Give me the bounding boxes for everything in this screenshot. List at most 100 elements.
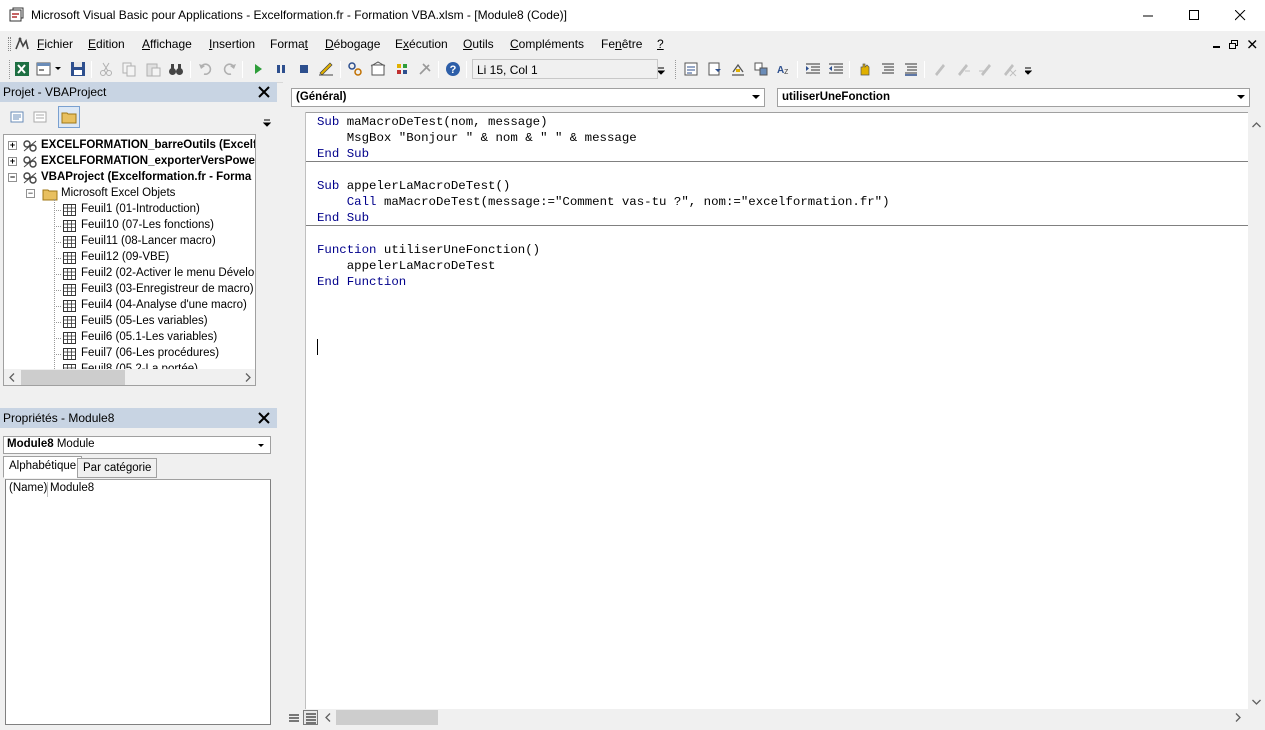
properties-window-button[interactable] [368, 59, 388, 79]
menu-débogage[interactable]: Débogage [325, 37, 380, 51]
tab-alphabetique[interactable]: Alphabétique [3, 456, 83, 478]
outdent-button[interactable] [826, 59, 846, 79]
clear-bookmarks-button[interactable] [999, 59, 1019, 79]
save-button[interactable] [68, 59, 88, 79]
menubar-grip[interactable] [8, 37, 11, 51]
tree-item[interactable]: Feuil7 (06-Les procédures) [4, 346, 255, 362]
object-combo[interactable]: (Général) [291, 88, 765, 107]
mdi-minimize-button[interactable] [1210, 37, 1224, 51]
cut-button[interactable] [96, 59, 116, 79]
menu-affichage[interactable]: Affichage [142, 37, 192, 51]
code-vscroll-track[interactable] [1249, 136, 1264, 692]
object-selector-dropdown[interactable] [254, 438, 269, 453]
full-module-view-button[interactable] [303, 710, 318, 725]
toggle-bookmark-button[interactable] [930, 59, 950, 79]
chevron-up-icon[interactable] [1252, 122, 1261, 128]
object-selector[interactable]: Module8 Module [3, 436, 271, 454]
procedure-combo-dropdown[interactable] [1233, 90, 1248, 105]
toolbox-button[interactable] [415, 59, 435, 79]
object-browser-button[interactable] [392, 59, 412, 79]
menu-edition[interactable]: Edition [88, 37, 125, 51]
run-button[interactable] [248, 59, 268, 79]
vba-module-icon[interactable] [14, 36, 30, 52]
edit-toolbar-options-button[interactable] [1023, 59, 1033, 79]
maximize-button[interactable] [1171, 0, 1217, 31]
design-mode-button[interactable] [316, 59, 336, 79]
quick-info-button[interactable] [728, 59, 748, 79]
toggle-folders-button[interactable] [58, 106, 80, 128]
tree-item[interactable]: Feuil12 (09-VBE) [4, 250, 255, 266]
menu-exécution[interactable]: Exécution [395, 37, 448, 51]
collapse-icon[interactable]: − [26, 189, 35, 198]
view-excel-button[interactable] [12, 59, 32, 79]
view-code-button[interactable] [7, 107, 27, 127]
project-toolbar-overflow[interactable] [262, 108, 273, 128]
tree-item[interactable]: Feuil5 (05-Les variables) [4, 314, 255, 330]
tree-item[interactable]: + EXCELFORMATION_exporterVersPower [4, 154, 255, 170]
redo-button[interactable] [219, 59, 239, 79]
chevron-right-icon[interactable] [245, 373, 251, 382]
tree-item[interactable]: Feuil3 (03-Enregistreur de macro) [4, 282, 255, 298]
menu-fichier[interactable]: Fichier [37, 37, 73, 51]
paste-button[interactable] [143, 59, 163, 79]
properties-close-button[interactable] [255, 409, 272, 426]
indent-button[interactable] [803, 59, 823, 79]
reset-button[interactable] [294, 59, 314, 79]
procedure-view-button[interactable] [288, 710, 301, 725]
complete-word-button[interactable]: Az [774, 59, 794, 79]
project-tree-hscroll-thumb[interactable] [21, 370, 125, 385]
collapse-icon[interactable]: − [8, 173, 17, 182]
chevron-right-icon[interactable] [1235, 713, 1241, 722]
break-button[interactable] [271, 59, 291, 79]
tree-item[interactable]: − Microsoft Excel Objets [4, 186, 255, 202]
comment-block-button[interactable] [878, 59, 898, 79]
insert-userform-button[interactable] [34, 59, 54, 79]
code-vscrollbar[interactable] [1248, 112, 1265, 709]
tree-item[interactable]: Feuil10 (07-Les fonctions) [4, 218, 255, 234]
mdi-close-button[interactable] [1245, 37, 1259, 51]
tree-item[interactable]: Feuil2 (02-Activer le menu Développe [4, 266, 255, 282]
toolbar-options-button[interactable] [656, 59, 666, 79]
view-object-button[interactable] [30, 107, 50, 127]
menu-format[interactable]: Format [270, 37, 308, 51]
copy-button[interactable] [119, 59, 139, 79]
code-editor[interactable]: Sub maMacroDeTest(nom, message) MsgBox "… [306, 112, 1248, 709]
project-explorer-button[interactable] [345, 59, 365, 79]
tree-item[interactable]: Feuil4 (04-Analyse d'une macro) [4, 298, 255, 314]
property-value[interactable]: Module8 [48, 482, 94, 497]
code-hscroll-thumb[interactable] [336, 710, 438, 725]
expand-icon[interactable]: + [8, 141, 17, 150]
chevron-left-icon[interactable] [9, 373, 15, 382]
list-properties-button[interactable] [681, 59, 701, 79]
tab-par-categorie[interactable]: Par catégorie [77, 458, 158, 478]
insert-dropdown-button[interactable] [52, 59, 64, 79]
menu-insertion[interactable]: Insertion [209, 37, 255, 51]
menu-fenêtre[interactable]: Fenêtre [601, 37, 642, 51]
object-combo-dropdown[interactable] [748, 90, 763, 105]
close-button[interactable] [1217, 0, 1263, 31]
expand-icon[interactable]: + [8, 157, 17, 166]
uncomment-block-button[interactable] [901, 59, 921, 79]
menu-outils[interactable]: Outils [463, 37, 494, 51]
list-constants-button[interactable] [705, 59, 725, 79]
tree-item[interactable]: − VBAProject (Excelformation.fr - Forma [4, 170, 255, 186]
chevron-down-icon[interactable] [1252, 699, 1261, 705]
chevron-left-icon[interactable] [325, 713, 331, 722]
menu-help[interactable]: ? [657, 37, 664, 51]
tree-item[interactable]: Feuil6 (05.1-Les variables) [4, 330, 255, 346]
tree-item[interactable]: Feuil1 (01-Introduction) [4, 202, 255, 218]
project-tree-hscrollbar[interactable] [4, 369, 255, 385]
toggle-breakpoint-button[interactable] [855, 59, 875, 79]
edit-toolbar-grip[interactable] [675, 60, 678, 79]
tree-item[interactable]: Feuil11 (08-Lancer macro) [4, 234, 255, 250]
project-explorer-close-button[interactable] [255, 83, 272, 100]
previous-bookmark-button[interactable] [976, 59, 996, 79]
next-bookmark-button[interactable] [953, 59, 973, 79]
undo-button[interactable] [196, 59, 216, 79]
code-margin-indicator-bar[interactable] [286, 112, 306, 709]
help-button[interactable]: ? [443, 59, 463, 79]
menu-compléments[interactable]: Compléments [510, 37, 584, 51]
code-hscrollbar[interactable] [286, 709, 1265, 726]
property-row[interactable]: (Name) Module8 [8, 482, 94, 497]
procedure-combo[interactable]: utiliserUneFonction [777, 88, 1250, 107]
